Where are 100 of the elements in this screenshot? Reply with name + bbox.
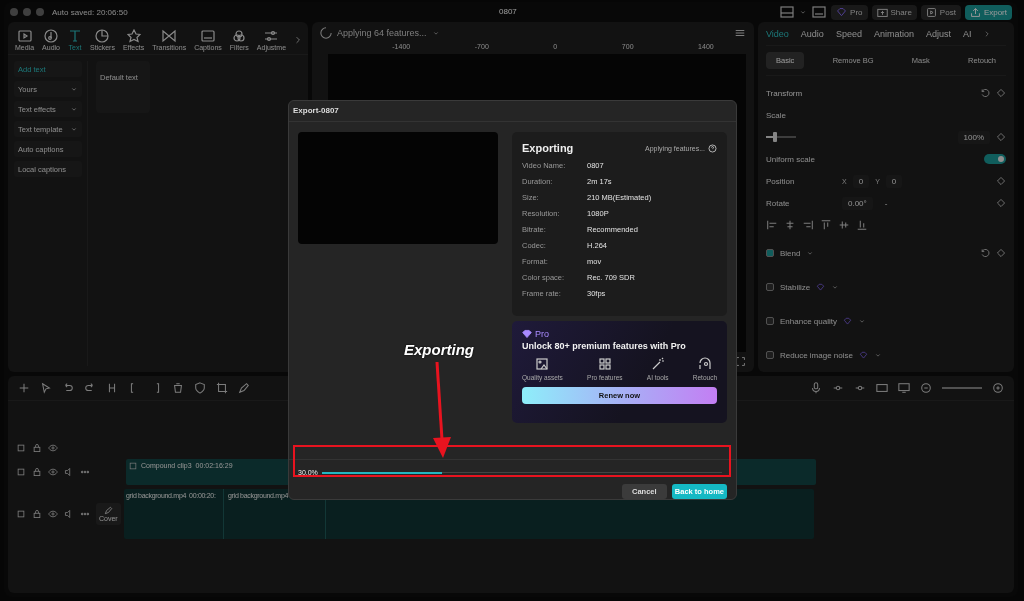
monitor-icon	[898, 382, 910, 394]
shield-icon	[194, 382, 206, 394]
post-button[interactable]: Post	[920, 4, 961, 20]
magic-wand-icon	[650, 357, 665, 371]
undo-icon	[62, 382, 74, 394]
info-heading: Exporting	[522, 142, 574, 154]
sliders-icon	[264, 29, 279, 43]
zoom-in-icon	[992, 382, 1004, 394]
square-icon	[16, 467, 26, 477]
align-icon	[802, 219, 814, 231]
number-field[interactable]: 0.00°	[842, 196, 873, 210]
screen-icon	[876, 382, 888, 394]
number-field[interactable]: 0	[885, 174, 903, 188]
inspector-tab[interactable]: Audio	[800, 28, 824, 39]
diamond-icon	[522, 329, 532, 339]
checkbox[interactable]	[766, 351, 774, 359]
option-label: Stabilize	[780, 282, 811, 292]
layout-icon	[779, 5, 796, 19]
delete-icon	[172, 382, 184, 394]
inspector-tab[interactable]: Animation	[873, 28, 914, 39]
rotation-extra: -	[883, 197, 889, 210]
circles-icon	[232, 29, 247, 43]
star-icon	[126, 29, 141, 43]
panel-icon	[811, 5, 828, 19]
pen-icon	[238, 382, 250, 394]
keyframe-icon	[996, 176, 1006, 186]
portrait-frame-icon	[697, 357, 712, 371]
image-icon	[535, 357, 550, 371]
text-icon	[68, 29, 82, 43]
field-label: Position	[766, 176, 796, 186]
align-icon	[838, 219, 850, 231]
eye-icon	[48, 509, 58, 519]
pro-label: Pro	[535, 329, 549, 339]
zoom-icon[interactable]	[36, 8, 44, 16]
help-icon	[708, 143, 717, 153]
field-label: Uniform scale	[766, 154, 815, 164]
option-label: Blend	[780, 248, 801, 258]
pro-headline: Unlock 80+ premium features with Pro	[522, 341, 687, 351]
eye-icon	[48, 443, 58, 453]
autosave-status: Auto saved: 20:06:50	[52, 7, 128, 17]
close-icon[interactable]	[10, 8, 18, 16]
project-title: 0807	[499, 7, 517, 16]
play-icon	[925, 6, 937, 18]
fullscreen-icon	[735, 356, 746, 367]
play-icon	[17, 29, 32, 43]
keyframe-icon	[996, 248, 1006, 258]
redo-icon	[84, 382, 96, 394]
option-label: Reduce image noise	[780, 350, 853, 360]
mic-icon	[810, 382, 822, 394]
keyframe-icon	[996, 88, 1006, 98]
align-icon	[856, 219, 868, 231]
align-icon	[784, 219, 796, 231]
caption-icon	[200, 29, 215, 43]
plus-icon	[18, 382, 30, 394]
share-button[interactable]: Share	[871, 4, 917, 20]
pen-icon	[103, 506, 113, 515]
keyframe-icon	[996, 132, 1006, 142]
lock-icon	[32, 509, 42, 519]
keyframe-icon	[996, 198, 1006, 208]
checkbox[interactable]	[766, 283, 774, 291]
square-icon	[16, 509, 26, 519]
number-field[interactable]: 0	[852, 174, 870, 188]
inspector-tab[interactable]: Adjust	[925, 28, 951, 39]
inspector-tab[interactable]: Video	[766, 28, 789, 39]
reset-icon	[980, 88, 990, 98]
field-label: Rotate	[766, 198, 791, 208]
section-title: Transform	[766, 88, 803, 98]
share-icon	[876, 6, 888, 18]
zoom-out-icon	[920, 382, 932, 394]
pro-button[interactable]: Pro	[831, 4, 868, 20]
option-label: Enhance quality	[780, 316, 837, 326]
render-status: Applying 64 features...	[337, 28, 427, 38]
eye-icon	[48, 467, 58, 477]
inspector-tab[interactable]: Speed	[835, 28, 862, 39]
split-icon	[106, 382, 118, 394]
cursor-icon	[40, 382, 52, 394]
upload-icon	[969, 6, 981, 18]
lock-icon	[32, 467, 42, 477]
lock-icon	[32, 443, 42, 453]
diamond-icon	[836, 6, 848, 18]
align-icon	[766, 219, 778, 231]
minimize-icon[interactable]	[23, 8, 31, 16]
spinner-icon	[320, 27, 332, 39]
crop-icon	[216, 382, 228, 394]
bowtie-icon	[162, 29, 177, 43]
scale-value[interactable]: 100%	[957, 130, 990, 144]
annotation-label: Exporting	[404, 341, 474, 358]
field-label: Scale	[766, 110, 786, 120]
checkbox[interactable]	[766, 249, 774, 257]
checkbox[interactable]	[766, 317, 774, 325]
grid-icon	[597, 357, 612, 371]
align-icon	[820, 219, 832, 231]
dialog-title: Export-0807	[289, 101, 736, 122]
inspector-tab[interactable]: AI	[962, 28, 972, 39]
toggle-switch[interactable]	[984, 154, 1006, 164]
square-icon	[16, 443, 26, 453]
menu-icon	[734, 27, 746, 39]
clip-icon	[129, 462, 137, 470]
music-note-icon	[44, 29, 59, 43]
circle-icon	[95, 29, 110, 43]
